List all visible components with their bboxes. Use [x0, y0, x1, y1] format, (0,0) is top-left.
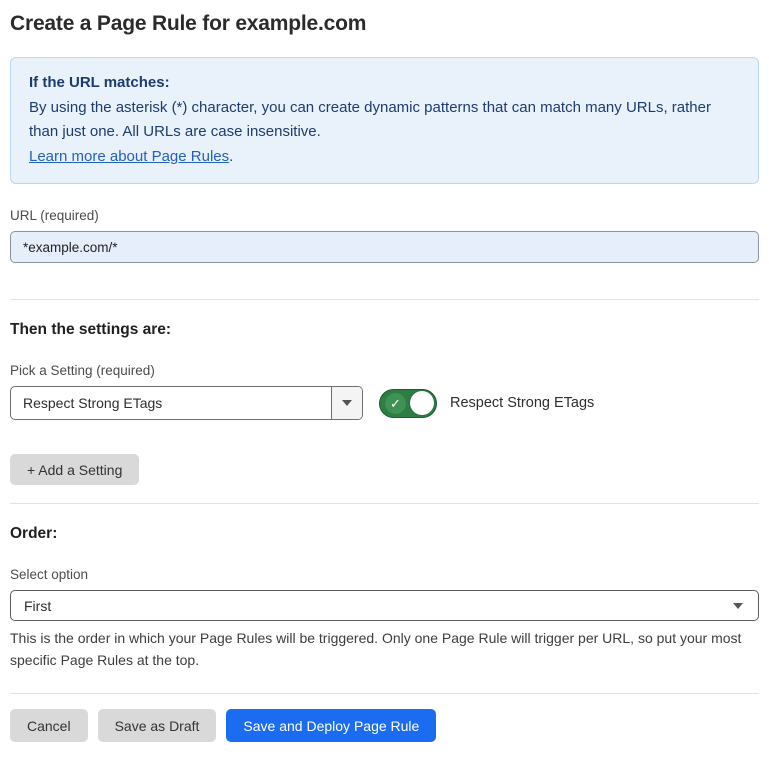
- order-select-label: Select option: [10, 567, 759, 582]
- setting-dropdown-value: Respect Strong ETags: [11, 395, 331, 411]
- setting-dropdown[interactable]: Respect Strong ETags: [10, 386, 363, 420]
- check-icon: ✓: [385, 393, 406, 414]
- chevron-down-icon: [733, 603, 743, 609]
- respect-etags-toggle[interactable]: ✓: [379, 389, 437, 418]
- create-page-rule-form: Create a Page Rule for example.com If th…: [0, 0, 769, 758]
- cancel-button[interactable]: Cancel: [10, 709, 88, 742]
- info-box-heading: If the URL matches:: [29, 71, 740, 96]
- learn-more-link[interactable]: Learn more about Page Rules: [29, 148, 229, 165]
- save-as-draft-button[interactable]: Save as Draft: [98, 709, 217, 742]
- order-section-heading: Order:: [10, 525, 759, 543]
- page-title: Create a Page Rule for example.com: [10, 12, 759, 36]
- toggle-label: Respect Strong ETags: [450, 395, 594, 411]
- add-setting-button[interactable]: + Add a Setting: [10, 454, 139, 485]
- divider: [10, 693, 759, 694]
- setting-dropdown-arrow[interactable]: [331, 387, 362, 419]
- setting-row: Respect Strong ETags ✓ Respect Strong ET…: [10, 386, 759, 420]
- order-select[interactable]: First: [10, 590, 759, 621]
- divider: [10, 503, 759, 504]
- save-and-deploy-button[interactable]: Save and Deploy Page Rule: [226, 709, 436, 742]
- info-box-body: By using the asterisk (*) character, you…: [29, 96, 740, 170]
- pick-setting-label: Pick a Setting (required): [10, 363, 759, 378]
- settings-section-heading: Then the settings are:: [10, 321, 759, 339]
- url-field-label: URL (required): [10, 208, 759, 223]
- order-help-text: This is the order in which your Page Rul…: [10, 627, 759, 671]
- chevron-down-icon: [342, 400, 352, 406]
- toggle-knob: [410, 391, 434, 415]
- url-match-info-box: If the URL matches: By using the asteris…: [10, 57, 759, 184]
- footer-actions: Cancel Save as Draft Save and Deploy Pag…: [10, 709, 759, 742]
- divider: [10, 299, 759, 300]
- order-select-value: First: [11, 598, 733, 614]
- url-input[interactable]: [10, 231, 759, 263]
- link-suffix: .: [229, 148, 233, 165]
